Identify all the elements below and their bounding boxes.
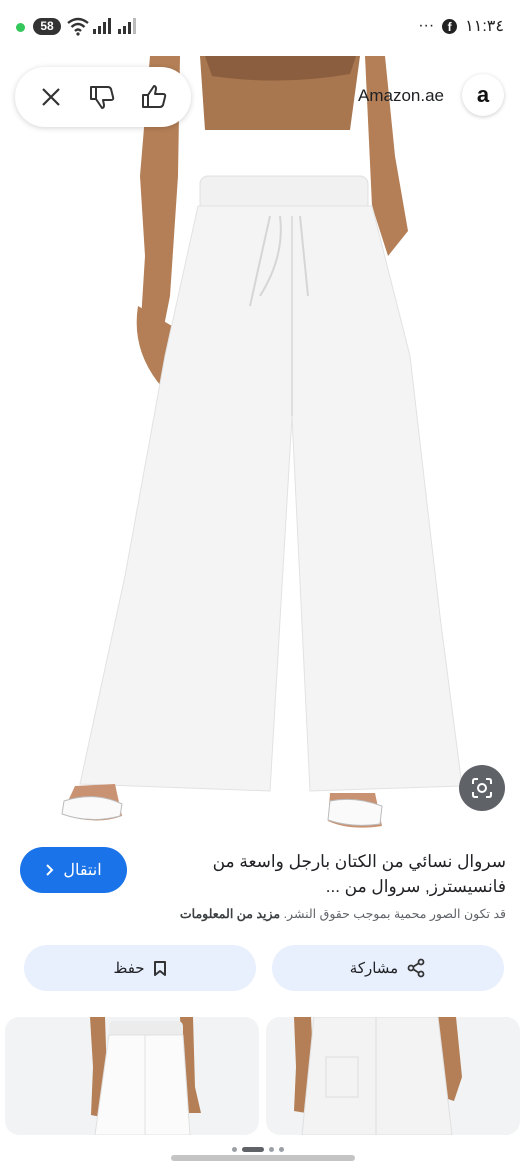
thumbnail-illustration [90,1017,201,1135]
status-time: ١١:٣٤ [465,18,504,35]
page-dot [279,1147,284,1152]
copyright-notice: قد تكون الصور محمية بموجب حقوق النشر. مز… [180,906,506,921]
lens-icon [472,778,492,798]
like-button[interactable] [137,79,173,115]
pagination-dots [232,1147,284,1152]
thumbs-up-icon [142,85,167,108]
status-bar: 58 ··· f ١١:٣٤ [0,0,526,56]
signal-icon [93,18,111,34]
close-button[interactable] [33,79,69,115]
page-dot [269,1147,274,1152]
page-dot [232,1147,237,1152]
learn-more-link[interactable]: مزيد من المعلومات [180,907,280,921]
go-button[interactable]: انتقال [20,847,127,893]
product-image[interactable] [0,56,526,836]
result-title[interactable]: سروال نسائي من الكتان بارجل واسعة من فان… [166,849,506,899]
close-icon [42,88,60,106]
save-button-label: حفظ [113,960,145,977]
wifi-icon [67,17,89,36]
lens-button[interactable] [459,765,505,811]
copyright-text: قد تكون الصور محمية بموجب حقوق النشر. [283,907,506,921]
dislike-button[interactable] [85,79,121,115]
signal-icon-2 [118,18,136,34]
save-button[interactable]: حفظ [24,945,256,991]
chevron-right-icon [46,864,54,876]
share-button-label: مشاركة [349,960,399,977]
amazon-logo-letter: a [476,82,490,107]
thumbs-down-icon [90,86,115,109]
gesture-bar[interactable] [171,1155,355,1161]
product-illustration [61,56,463,828]
related-thumbnail-1[interactable] [5,1017,259,1135]
source-name[interactable]: Amazon.ae [358,86,444,106]
thumbnail-illustration-2 [294,1017,462,1135]
go-button-label: انتقال [63,862,102,879]
facebook-icon: f [442,18,458,34]
more-indicator: ··· [418,17,435,34]
share-icon [407,958,425,978]
feedback-pill [15,67,191,127]
bookmark-icon [153,960,166,976]
share-button[interactable]: مشاركة [272,945,504,991]
battery-indicator: 58 [33,18,61,35]
status-dot [16,23,25,32]
related-thumbnail-2[interactable] [266,1017,520,1135]
amazon-logo[interactable]: a [462,74,504,116]
page-dot-active [242,1147,264,1152]
